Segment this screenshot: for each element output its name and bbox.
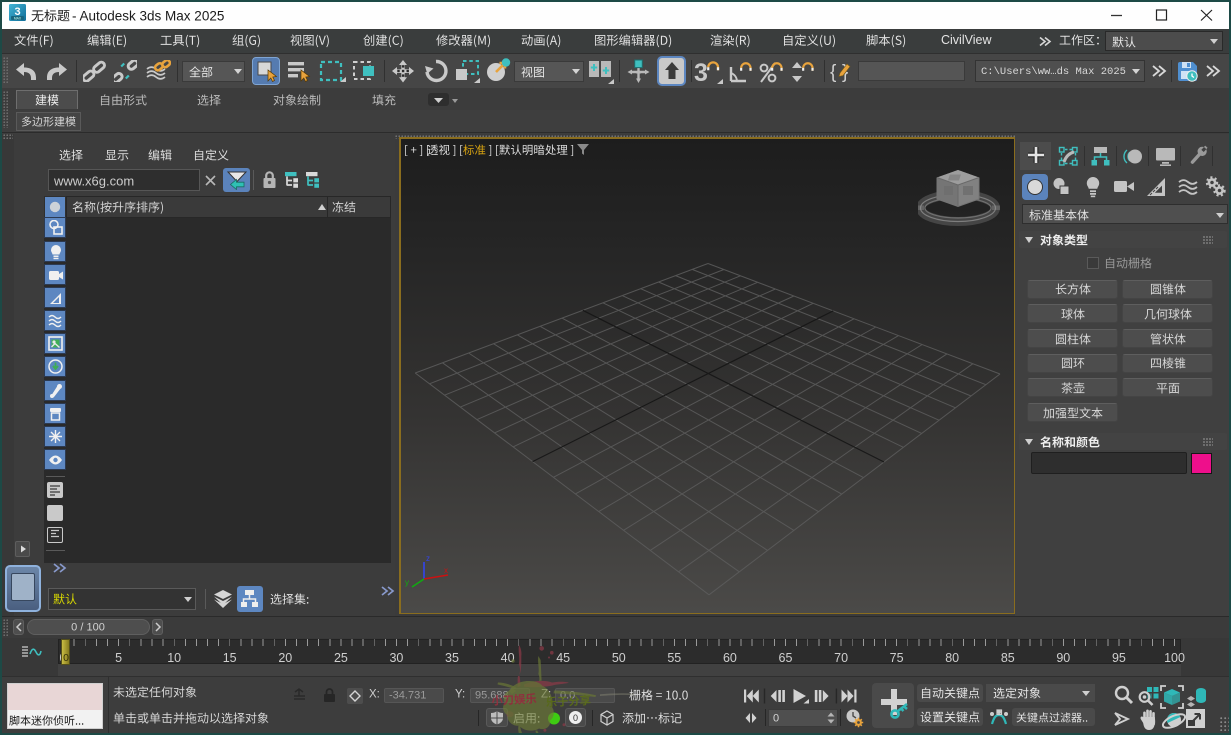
svg-text:y: y [405, 578, 409, 587]
svg-text:MAX: MAX [14, 17, 22, 21]
svg-text:{: { [830, 62, 837, 83]
svg-text:z: z [426, 554, 430, 563]
svg-text:3: 3 [694, 59, 708, 85]
svg-text:x: x [444, 566, 448, 575]
